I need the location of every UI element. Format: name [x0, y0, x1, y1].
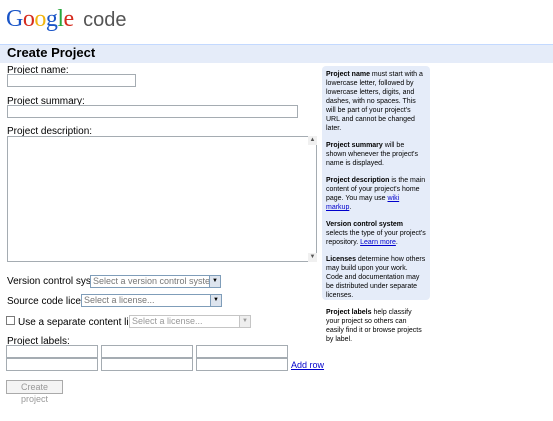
project-label-input[interactable] [6, 345, 98, 358]
content-license-select[interactable]: Select a license... ▼ [129, 315, 251, 328]
help-project-name: Project name must start with a lowercase… [326, 70, 426, 133]
add-row-link[interactable]: Add row [291, 360, 324, 370]
chevron-down-icon: ▼ [209, 276, 220, 287]
content-license-checkbox[interactable] [6, 316, 15, 325]
help-text: must start with a lowercase letter, foll… [326, 71, 423, 132]
help-term: Project name [326, 71, 370, 78]
google-code-logo[interactable]: Google code [6, 6, 127, 36]
help-licenses: Licenses determine how others may build … [326, 255, 426, 300]
scroll-down-arrow-icon[interactable]: ▼ [308, 253, 317, 262]
logo-letter: o [34, 6, 46, 32]
help-project-labels: Project labels help classify your projec… [326, 308, 426, 344]
vcs-select[interactable]: Select a version control system... ▼ [90, 275, 221, 288]
logo-letter: e [63, 6, 75, 32]
help-text: . [349, 204, 352, 211]
license-selected-value: Select a license... [84, 295, 155, 305]
project-label-input[interactable] [196, 345, 288, 358]
project-label-input[interactable] [101, 345, 193, 358]
project-name-input[interactable] [7, 74, 136, 87]
help-text: . [395, 239, 398, 246]
vcs-selected-value: Select a version control system... [93, 276, 221, 286]
help-project-description: Project description is the main content … [326, 176, 426, 212]
learn-more-link[interactable]: Learn more [360, 239, 396, 246]
license-select[interactable]: Select a license... ▼ [81, 294, 222, 307]
content-license-selected-value: Select a license... [132, 316, 203, 326]
project-label-input[interactable] [6, 358, 98, 371]
project-label-input[interactable] [196, 358, 288, 371]
project-description-container: ▲ ▼ [7, 136, 317, 262]
project-label-input[interactable] [101, 358, 193, 371]
project-summary-input[interactable] [7, 105, 298, 118]
help-term: Version control system [326, 221, 404, 228]
help-term: Licenses [326, 256, 356, 263]
help-version-control: Version control system selects the type … [326, 220, 426, 247]
chevron-down-icon: ▼ [239, 316, 250, 327]
project-description-textarea[interactable] [7, 136, 317, 262]
help-term: Project summary [326, 142, 383, 149]
page-title: Create Project [7, 45, 96, 60]
help-term: Project description [326, 177, 390, 184]
google-logo-wordmark: Google [6, 6, 79, 32]
chevron-down-icon: ▼ [210, 295, 221, 306]
logo-letter: o [22, 6, 35, 32]
help-term: Project labels [326, 309, 372, 316]
logo-product-name: code [83, 9, 127, 31]
create-project-button[interactable]: Create project [6, 380, 63, 404]
scroll-up-arrow-icon[interactable]: ▲ [308, 136, 317, 145]
help-project-summary: Project summary will be shown whenever t… [326, 141, 426, 168]
logo-letter: G [6, 6, 23, 32]
logo-letter: g [45, 6, 58, 32]
help-sidebar: Project name must start with a lowercase… [322, 66, 430, 343]
